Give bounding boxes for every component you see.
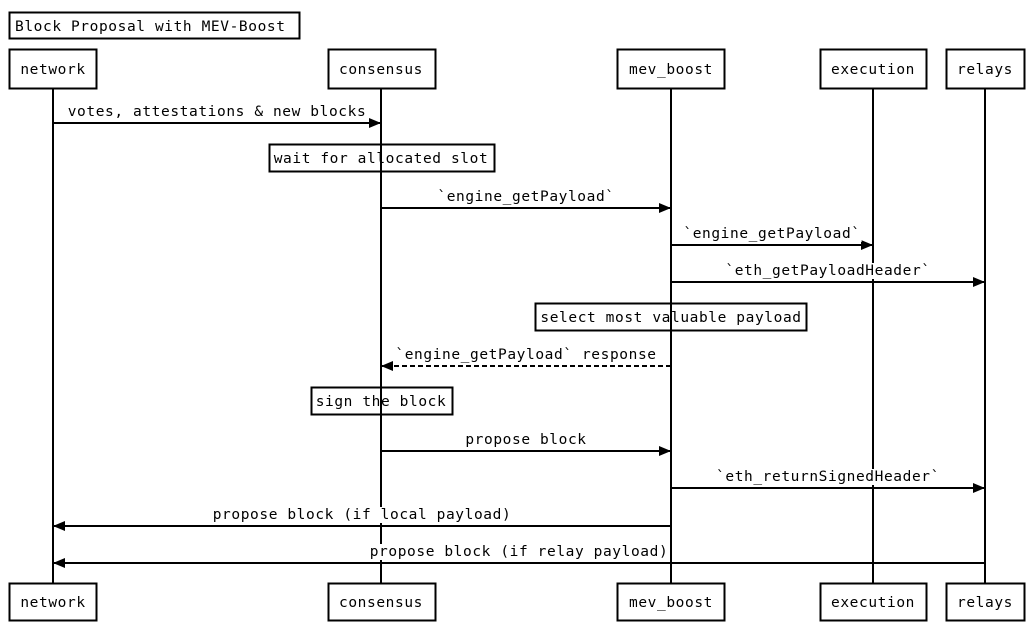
participant-relays-bottom: relays — [945, 582, 1026, 622]
participant-label: relays — [957, 62, 1013, 78]
message-label: propose block — [465, 432, 586, 448]
participant-consensus-top: consensus — [327, 48, 437, 90]
note-label: sign the block — [316, 394, 447, 410]
participant-mev-boost-bottom: mev_boost — [616, 582, 726, 622]
participant-label: consensus — [339, 62, 423, 78]
message-label: `eth_getPayloadHeader` — [725, 263, 930, 279]
participant-label: relays — [957, 595, 1013, 611]
note-label: wait for allocated slot — [274, 151, 489, 167]
message-label: `engine_getPayload` — [683, 226, 860, 242]
participant-network-bottom: network — [8, 582, 98, 622]
message-2: `engine_getPayload` — [381, 189, 671, 213]
message-label: propose block (if relay payload) — [370, 544, 669, 560]
message-label: `engine_getPayload` — [437, 189, 614, 205]
participant-label: network — [20, 595, 85, 611]
participant-network-top: network — [8, 48, 98, 90]
participant-mev-boost-top: mev_boost — [616, 48, 726, 90]
participant-label: network — [20, 62, 85, 78]
participant-consensus-bottom: consensus — [327, 582, 437, 622]
participant-relays-top: relays — [945, 48, 1026, 90]
participant-label: execution — [831, 62, 915, 78]
message-9: `eth_returnSignedHeader` — [671, 469, 985, 493]
participant-execution-top: execution — [819, 48, 928, 90]
message-11: propose block (if relay payload) — [53, 544, 985, 568]
note-label: select most valuable payload — [540, 310, 801, 326]
message-4: `eth_getPayloadHeader` — [671, 263, 985, 287]
message-10: propose block (if local payload) — [53, 507, 671, 531]
sequence-diagram: Block Proposal with MEV-Boost network con… — [8, 11, 1026, 622]
diagram-title: Block Proposal with MEV-Boost — [8, 11, 301, 40]
participant-label: execution — [831, 595, 915, 611]
message-label: `engine_getPayload` response — [395, 347, 656, 363]
message-label: propose block (if local payload) — [213, 507, 512, 523]
diagram-title-text: Block Proposal with MEV-Boost — [15, 19, 286, 35]
participant-label: mev_boost — [629, 595, 713, 611]
message-0: votes, attestations & new blocks — [53, 104, 381, 128]
message-6: `engine_getPayload` response — [381, 347, 671, 371]
message-3: `engine_getPayload` — [671, 226, 873, 250]
participant-label: consensus — [339, 595, 423, 611]
message-label: `eth_returnSignedHeader` — [716, 469, 940, 485]
participant-label: mev_boost — [629, 62, 713, 78]
message-label: votes, attestations & new blocks — [68, 104, 367, 120]
participant-execution-bottom: execution — [819, 582, 928, 622]
message-8: propose block — [381, 432, 671, 456]
